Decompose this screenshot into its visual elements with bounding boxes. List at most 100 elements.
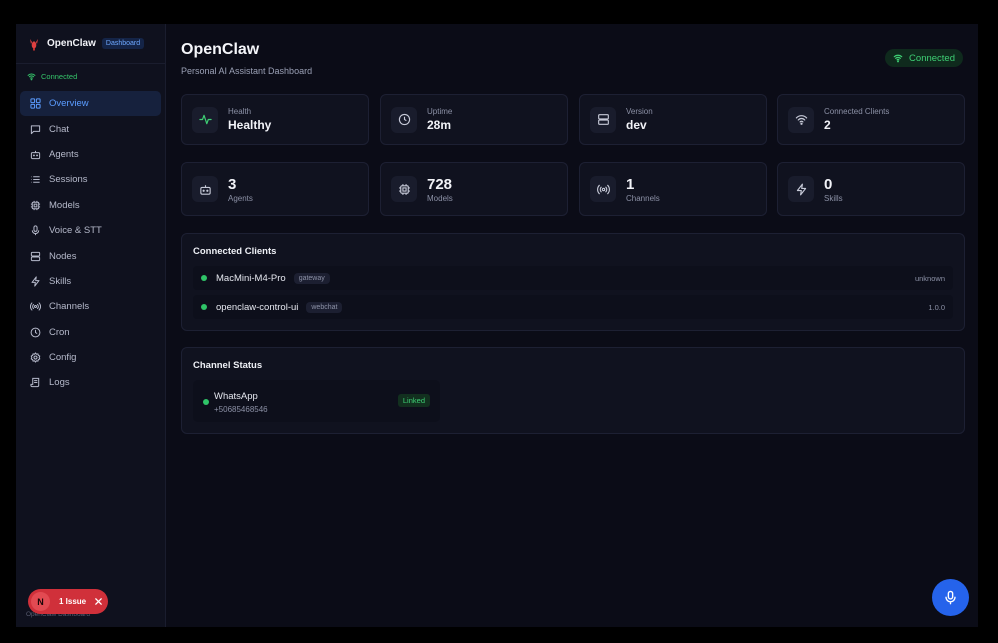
radio-icon <box>30 302 41 311</box>
stat-card-health: Health Healthy <box>181 94 369 145</box>
stat-value: 0 <box>824 175 833 193</box>
clock-icon <box>398 113 410 126</box>
sidebar-item-logs[interactable]: Logs <box>20 370 161 395</box>
mic-icon <box>31 225 40 236</box>
sidebar-item-label: Channels <box>49 301 90 313</box>
connection-status-badge: Connected <box>885 49 963 67</box>
brand-badge: Dashboard <box>101 38 145 49</box>
stat-card-skills: 0 Skills <box>777 162 965 216</box>
client-tag: gateway <box>293 272 330 284</box>
page-title: OpenClaw <box>181 41 260 58</box>
stat-icon-box <box>391 176 417 202</box>
stat-value: 1 <box>626 175 635 193</box>
stat-icon-box <box>192 176 218 202</box>
gear-icon <box>30 352 41 363</box>
stat-icon-box <box>192 106 218 133</box>
bot-icon <box>30 150 41 160</box>
sidebar-item-label: Models <box>49 199 80 211</box>
client-version: 1.0.0 <box>928 302 945 312</box>
sidebar-item-chat[interactable]: Chat <box>20 116 161 141</box>
stat-card-uptime: Uptime 28m <box>380 94 568 145</box>
sidebar-item-config[interactable]: Config <box>20 345 161 370</box>
online-status-dot <box>203 399 209 405</box>
voice-input-button[interactable] <box>932 579 969 616</box>
stat-value: 28m <box>427 118 452 132</box>
bot-icon <box>199 184 211 195</box>
channel-name: WhatsApp <box>214 391 258 402</box>
sidebar-item-label: Chat <box>49 123 70 135</box>
page-header: OpenClaw Personal AI Assistant Dashboard… <box>181 41 963 81</box>
mic-icon <box>945 590 956 605</box>
sidebar-item-label: Voice & STT <box>49 225 102 237</box>
close-icon[interactable] <box>94 597 103 606</box>
brand-name: OpenClaw <box>47 38 96 49</box>
stat-value: 728 <box>427 175 453 193</box>
sidebar-item-label: Skills <box>49 275 72 287</box>
app-window: OpenClaw Dashboard Connected Overview Ch… <box>16 24 978 627</box>
issue-avatar: N <box>31 592 50 611</box>
stat-label: Skills <box>824 193 843 203</box>
client-row[interactable]: openclaw-control-ui webchat 1.0.0 <box>193 295 953 319</box>
stat-label: Channels <box>626 193 660 203</box>
list-icon <box>31 176 40 184</box>
sidebar-connection-status: Connected <box>16 65 165 87</box>
stat-label: Models <box>427 193 453 203</box>
stat-value: 3 <box>228 175 237 193</box>
sidebar-item-voice[interactable]: Voice & STT <box>20 218 161 243</box>
stat-value: Healthy <box>228 118 272 132</box>
client-row[interactable]: MacMini-M4-Pro gateway unknown <box>193 266 953 290</box>
stat-label: Connected Clients <box>824 107 890 116</box>
sidebar-item-nodes[interactable]: Nodes <box>20 243 161 268</box>
page-subtitle: Personal AI Assistant Dashboard <box>181 66 313 76</box>
sidebar-item-label: Overview <box>49 98 89 110</box>
issue-count-label: 1 Issue <box>59 597 87 606</box>
stat-value: 2 <box>824 118 831 132</box>
stat-icon-box <box>788 106 814 133</box>
sidebar-nav: Overview Chat Agents Sessions Models Voi… <box>16 91 165 396</box>
wifi-icon <box>795 115 807 125</box>
sidebar-item-label: Cron <box>49 326 70 338</box>
stat-value: dev <box>626 118 647 132</box>
wifi-icon <box>27 73 36 80</box>
issue-toast[interactable]: N 1 Issue <box>28 589 108 614</box>
message-icon <box>30 124 41 134</box>
sidebar-item-agents[interactable]: Agents <box>20 142 161 167</box>
main-content: OpenClaw Personal AI Assistant Dashboard… <box>166 24 978 627</box>
online-status-dot <box>201 275 207 281</box>
zap-icon <box>796 183 806 195</box>
client-name: openclaw-control-ui <box>216 301 299 313</box>
stat-icon-box <box>590 106 616 133</box>
channel-status-badge: Linked <box>397 394 430 407</box>
sidebar-item-cron[interactable]: Cron <box>20 320 161 345</box>
sidebar-item-channels[interactable]: Channels <box>20 294 161 319</box>
sidebar-item-overview[interactable]: Overview <box>20 91 161 117</box>
sidebar-item-models[interactable]: Models <box>20 193 161 218</box>
stat-icon-box <box>788 176 814 202</box>
channel-status-panel: Channel Status WhatsApp +50685468546 Lin… <box>181 347 965 434</box>
scroll-icon <box>30 378 40 388</box>
grid-icon <box>30 98 41 109</box>
sidebar-item-label: Nodes <box>49 250 77 262</box>
stat-label: Health <box>228 107 252 116</box>
client-version: unknown <box>914 273 945 283</box>
brand[interactable]: OpenClaw Dashboard <box>16 24 165 64</box>
sidebar-item-sessions[interactable]: Sessions <box>20 167 161 192</box>
client-tag: webchat <box>306 301 343 313</box>
panel-title: Channel Status <box>193 360 263 371</box>
sidebar-item-label: Config <box>49 352 77 364</box>
radio-icon <box>596 184 610 194</box>
stat-card-version: Version dev <box>579 94 767 145</box>
connected-clients-panel: Connected Clients MacMini-M4-Pro gateway… <box>181 233 965 331</box>
client-name: MacMini-M4-Pro <box>216 272 286 284</box>
stat-card-agents: 3 Agents <box>181 162 369 216</box>
activity-icon <box>198 114 212 125</box>
stat-card-connected-clients: Connected Clients 2 <box>777 94 965 145</box>
sidebar-item-label: Agents <box>49 148 79 160</box>
stat-icon-box <box>590 176 616 202</box>
channel-card-whatsapp[interactable]: WhatsApp +50685468546 Linked <box>193 380 440 422</box>
channel-phone: +50685468546 <box>214 405 268 414</box>
connection-status-label: Connected <box>909 52 955 64</box>
sidebar-item-skills[interactable]: Skills <box>20 269 161 294</box>
sidebar: OpenClaw Dashboard Connected Overview Ch… <box>16 24 166 627</box>
server-icon <box>30 251 41 261</box>
